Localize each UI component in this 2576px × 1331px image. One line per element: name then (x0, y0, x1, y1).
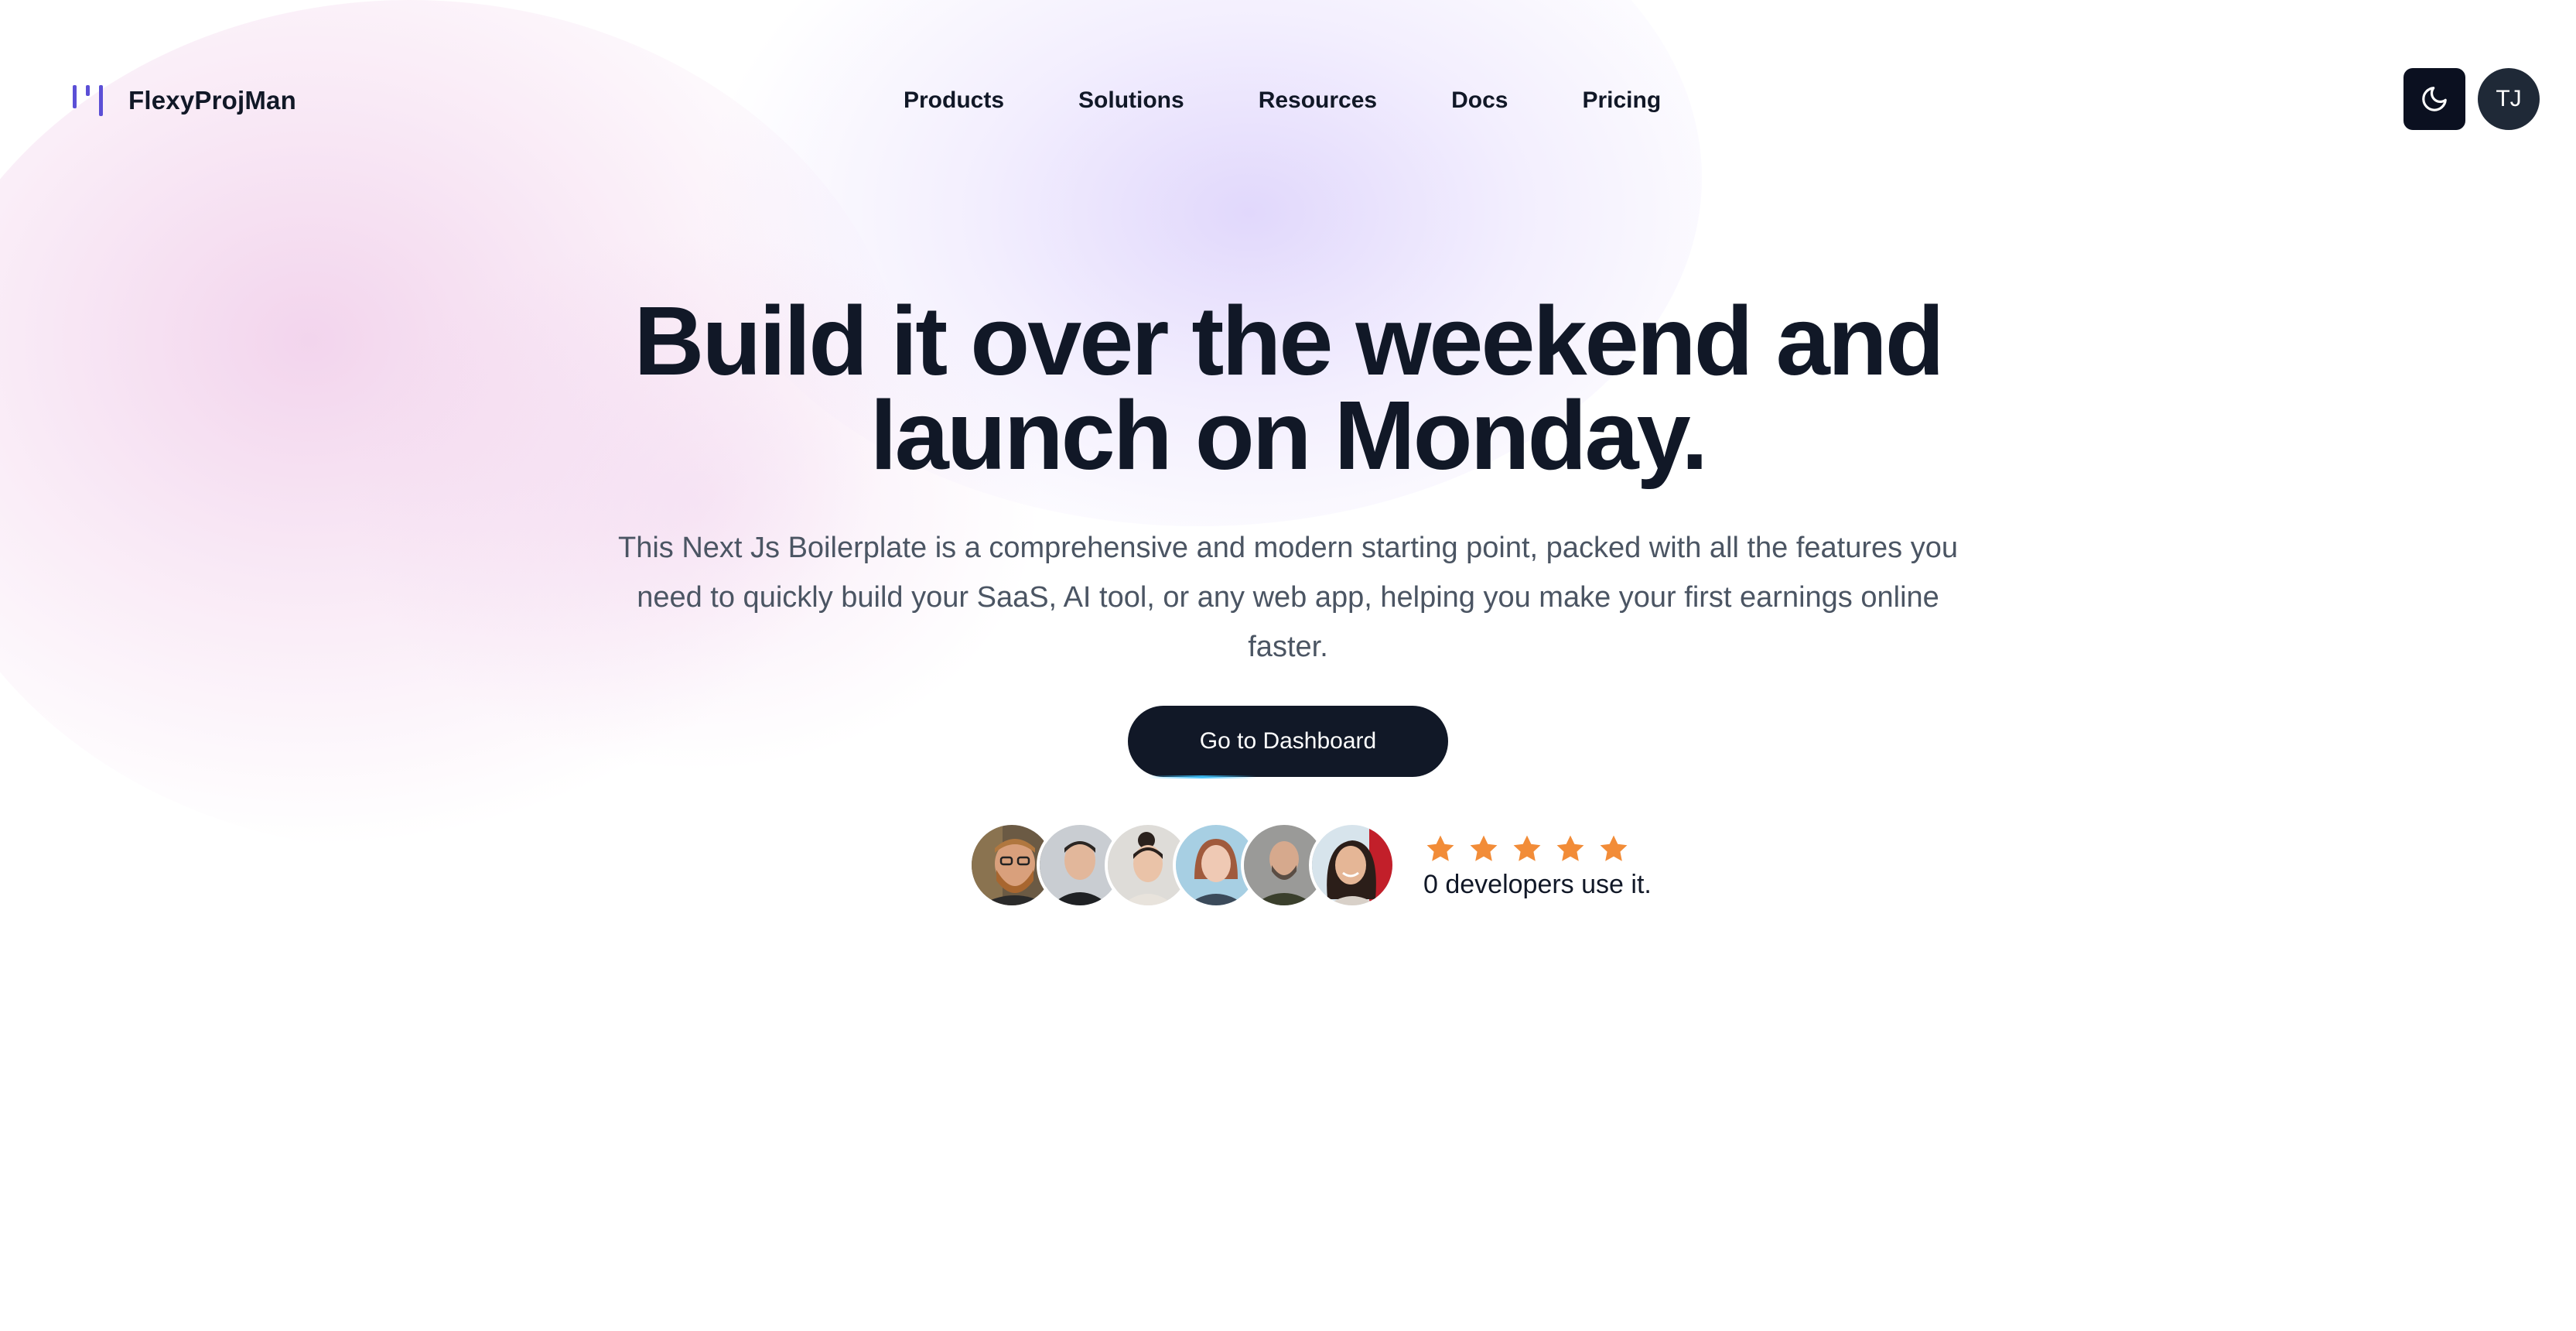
theme-toggle-button[interactable] (2403, 68, 2465, 130)
star-icon (1513, 835, 1541, 861)
hero-title-line-2: launch on Monday. (869, 381, 1709, 490)
nav-item-docs[interactable]: Docs (1451, 87, 1508, 114)
cta-wrap: Go to Dashboard (0, 706, 2576, 778)
nav-item-products[interactable]: Products (904, 87, 1004, 114)
social-proof: 0 developers use it. (969, 822, 1652, 908)
cta-label: Go to Dashboard (1199, 728, 1377, 754)
hero-title: Build it over the weekend and launch on … (592, 293, 1984, 484)
landing-page: FlexyProjMan Products Solutions Resource… (0, 0, 2576, 1331)
star-icon (1470, 835, 1498, 861)
star-icon (1556, 835, 1584, 861)
star-icon (1600, 835, 1628, 861)
developer-count-text: 0 developers use it. (1423, 869, 1652, 899)
bars-logo-icon (73, 85, 103, 116)
rating-block: 0 developers use it. (1423, 831, 1652, 900)
star-icon (1426, 835, 1454, 861)
hero-subtitle: This Next Js Boilerplate is a comprehens… (617, 532, 1958, 663)
hero-title-line-1: Build it over the weekend and (634, 286, 1944, 395)
cta-glow-decoration (1148, 775, 1256, 778)
go-to-dashboard-button[interactable]: Go to Dashboard (1128, 706, 1448, 778)
main-nav: Products Solutions Resources Docs Pricin… (904, 82, 1661, 119)
nav-item-resources[interactable]: Resources (1259, 87, 1377, 114)
user-avatar-button[interactable]: TJ (2478, 68, 2540, 130)
developer-avatars (969, 822, 1396, 908)
hero-section: Build it over the weekend and launch on … (0, 293, 2576, 778)
nav-item-pricing[interactable]: Pricing (1582, 87, 1661, 114)
rating-stars (1423, 831, 1652, 867)
moon-icon (2422, 87, 2447, 111)
user-initials: TJ (2496, 86, 2522, 111)
brand-name: FlexyProjMan (128, 86, 296, 115)
developer-avatar-6 (1309, 822, 1396, 908)
brand-link[interactable]: FlexyProjMan (71, 77, 296, 124)
nav-item-solutions[interactable]: Solutions (1078, 87, 1184, 114)
site-header: FlexyProjMan Products Solutions Resource… (0, 0, 2576, 201)
